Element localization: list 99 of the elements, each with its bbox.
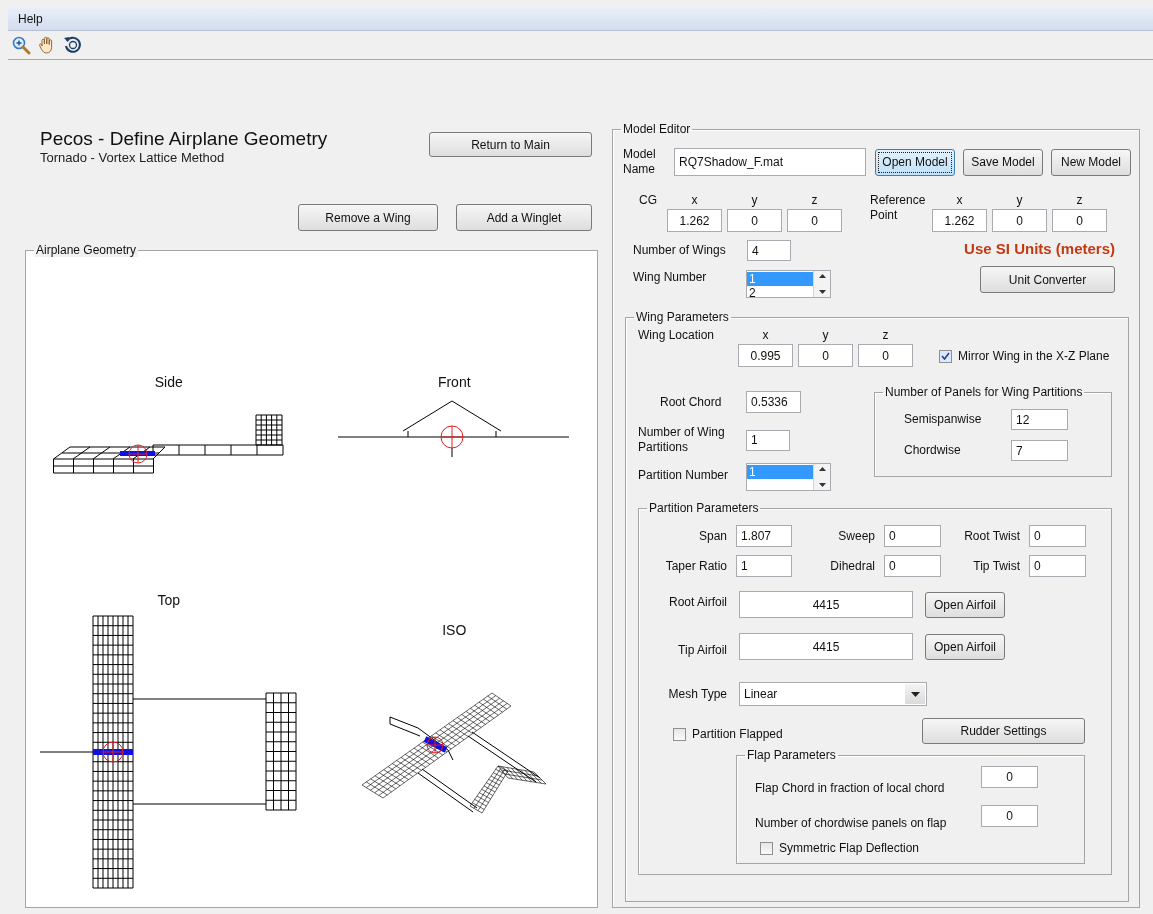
checkbox[interactable]	[673, 727, 686, 741]
input-field[interactable]: 0	[884, 525, 941, 547]
axis-label: y	[751, 193, 758, 207]
input-field[interactable]: 0	[884, 555, 941, 577]
input-field[interactable]: 4415	[739, 633, 913, 660]
open-airfoil-button[interactable]: Open Airfoil	[925, 591, 1005, 618]
input-field[interactable]: 0	[1052, 209, 1107, 232]
axis-label: y	[822, 328, 829, 342]
axis-label: z	[811, 193, 818, 207]
dropdown-arrow-icon	[910, 691, 920, 697]
input-field[interactable]: 1.262	[667, 209, 722, 232]
field-label: Wing Location	[638, 328, 716, 343]
units-note: Use SI Units (meters)	[964, 240, 1115, 257]
field-label: Reference Point	[870, 193, 927, 223]
unit-converter-button[interactable]: Unit Converter	[980, 266, 1115, 293]
input-field[interactable]: 0.5336	[746, 391, 801, 413]
input-field[interactable]: 1.807	[736, 525, 792, 547]
input-field[interactable]: 0	[798, 344, 853, 367]
field-label: Mesh Type	[667, 686, 727, 702]
view-title: Side	[154, 374, 183, 390]
checkbox-label: Symmetric Flap Deflection	[779, 841, 920, 855]
input-field[interactable]: 12	[1011, 409, 1068, 430]
cg-marker-icon	[440, 425, 464, 449]
input-field[interactable]: 0.995	[738, 344, 793, 367]
field-label: Number of chordwise panels on flap	[755, 816, 948, 831]
field-label: Partition Number	[638, 468, 730, 483]
scroll-up-icon[interactable]	[818, 274, 826, 278]
rotate-icon[interactable]	[63, 35, 83, 55]
wing-button[interactable]: Add a Winglet	[456, 204, 592, 231]
field-label: Tip Twist	[972, 558, 1020, 574]
panel-title: Model Editor	[622, 122, 692, 136]
field-label: Tip Airfoil	[677, 643, 727, 658]
checkbox[interactable]	[939, 349, 952, 363]
field-label: Number of Wings	[633, 243, 727, 258]
model-button[interactable]: New Model	[1051, 148, 1131, 176]
input-field[interactable]: 7	[1011, 440, 1068, 461]
input-field[interactable]: 1	[736, 555, 792, 577]
menu-item[interactable]: Help	[14, 12, 47, 26]
input-field[interactable]: 0	[981, 805, 1038, 827]
field-label: Sweep	[837, 528, 875, 544]
scroll-up-icon[interactable]	[818, 467, 826, 471]
field-label: Semispanwise	[904, 412, 983, 427]
input-field[interactable]: 4415	[739, 591, 913, 618]
checkbox[interactable]	[760, 841, 773, 855]
axis-label: x	[762, 328, 769, 342]
view-title: Top	[157, 592, 181, 608]
field-label: Model Name	[623, 147, 657, 177]
input-field[interactable]: 0	[858, 344, 913, 367]
axis-label: z	[882, 328, 889, 342]
view-title: Front	[437, 374, 471, 390]
zoom-in-icon[interactable]	[11, 35, 31, 55]
panel-title: Wing Parameters	[635, 310, 730, 324]
field-label: Root Twist	[963, 528, 1020, 544]
scroll-down-icon[interactable]	[818, 483, 826, 487]
input-field[interactable]: 0	[981, 766, 1038, 788]
input-field[interactable]: 0	[992, 209, 1047, 232]
page-title: Pecos - Define Airplane Geometry	[40, 128, 328, 150]
model-button[interactable]: Save Model	[963, 148, 1043, 176]
cg-marker-icon	[128, 444, 148, 464]
panel-title: Flap Parameters	[746, 748, 837, 762]
checkbox-label: Mirror Wing in the X-Z Plane	[958, 349, 1110, 363]
cg-marker-icon	[426, 736, 444, 754]
input-field[interactable]: RQ7Shadow_F.mat	[674, 148, 866, 176]
field-label: Dihedral	[829, 558, 875, 574]
input-field[interactable]: 0	[1029, 555, 1086, 577]
page-subtitle: Tornado - Vortex Lattice Method	[40, 150, 226, 165]
axis-label: x	[691, 193, 698, 207]
checkbox-label: Partition Flapped	[692, 727, 783, 741]
field-label: Chordwise	[904, 443, 962, 458]
field-label: Number of Wing Partitions	[638, 425, 726, 455]
input-field[interactable]: 0	[727, 209, 782, 232]
field-label: Root Chord	[659, 394, 723, 410]
input-field[interactable]: 1.262	[932, 209, 987, 232]
axis-label: y	[1016, 193, 1023, 207]
wing-button[interactable]: Remove a Wing	[298, 204, 438, 231]
input-field[interactable]: 1	[746, 429, 790, 451]
mesh-type-dropdown[interactable]: Linear	[739, 682, 927, 706]
axis-label: x	[956, 193, 963, 207]
field-label: Wing Number	[633, 270, 708, 285]
field-label: CG	[639, 193, 658, 208]
input-field[interactable]: 4	[747, 240, 791, 261]
rudder-settings-button[interactable]: Rudder Settings	[922, 718, 1085, 744]
model-button[interactable]: Open Model	[875, 148, 955, 176]
panel-title: Number of Panels for Wing Partitions	[884, 385, 1084, 399]
panel-title: Partition Parameters	[648, 501, 760, 515]
input-field[interactable]: 0	[787, 209, 842, 232]
open-airfoil-button[interactable]: Open Airfoil	[925, 633, 1005, 660]
field-label: Flap Chord in fraction of local chord	[755, 781, 946, 796]
field-label: Root Airfoil	[667, 595, 727, 610]
field-label: Taper Ratio	[664, 558, 727, 574]
field-label: Span	[697, 528, 727, 544]
cg-marker-icon	[102, 741, 124, 763]
return-button[interactable]: Return to Main	[429, 132, 592, 157]
panel-title: Airplane Geometry	[34, 243, 139, 257]
axis-label: z	[1076, 193, 1083, 207]
list-box[interactable]: 1 2	[746, 270, 831, 298]
input-field[interactable]: 0	[1029, 525, 1086, 547]
view-title: ISO	[442, 622, 467, 638]
scroll-down-icon[interactable]	[818, 290, 826, 294]
